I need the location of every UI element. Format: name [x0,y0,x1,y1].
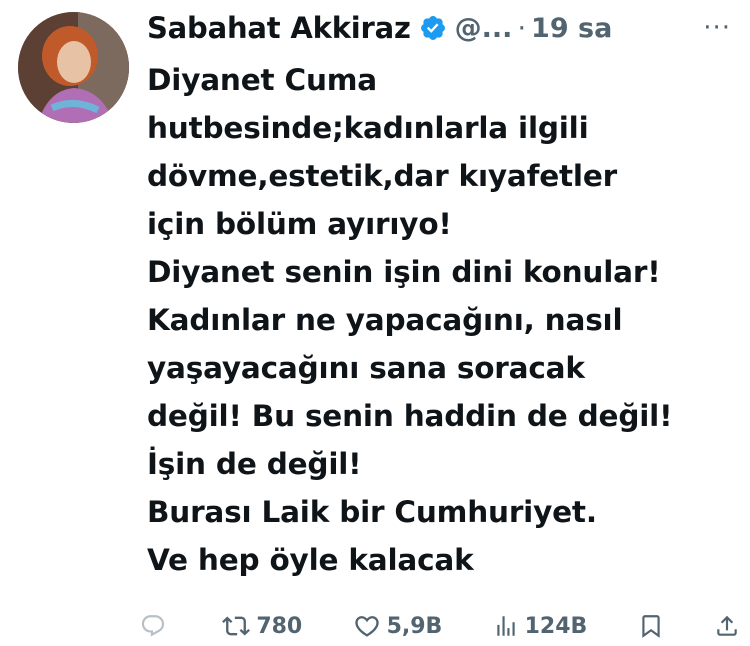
tweet-text: Diyanet Cuma hutbesinde;kadınlarla ilgil… [147,56,737,584]
tweet-actions: 780 5,9B 124B [140,608,740,644]
separator-dot: · [517,12,527,44]
tweet-line: Kadınlar ne yapacağını, nasıl [147,303,623,337]
views-chart-icon [496,616,515,636]
tweet-line: dövme,estetik,dar kıyafetler [147,159,618,193]
tweet-line: Diyanet Cuma [147,63,378,97]
like-button[interactable]: 5,9B [353,612,443,640]
tweet-line: Ve hep öyle kalacak [147,543,474,577]
tweet-line: değil! Bu senin haddin de değil! [147,399,673,433]
tweet-line: İşin de değil! [147,447,362,481]
heart-icon [354,616,379,637]
avatar-photo [18,12,129,123]
tweet-timestamp[interactable]: 19 sa [531,13,612,44]
tweet-line: Burası Laik bir Cumhuriyet. [147,495,597,529]
retweet-button[interactable]: 780 [222,612,302,640]
author-handle[interactable]: @... [455,13,513,44]
author-name[interactable]: Sabahat Akkiraz [147,11,411,45]
share-icon [717,615,737,636]
share-button[interactable] [714,613,740,639]
view-count: 124B [524,613,588,639]
tweet-line: için bölüm ayırıyo! [147,207,452,241]
more-options-icon[interactable]: ··· [703,13,737,43]
tweet-line: hutbesinde;kadınlarla ilgili [147,111,589,145]
like-count: 5,9B [386,613,443,639]
bookmark-button[interactable] [638,613,664,639]
reply-button[interactable] [140,613,172,639]
tweet-header: Sabahat Akkiraz @... · 19 sa ··· [147,8,737,48]
retweet-count: 780 [256,613,303,639]
bookmark-icon [641,615,660,638]
retweet-icon [222,616,251,636]
avatar[interactable] [18,12,129,123]
tweet-line: Diyanet senin işin dini konular! [147,255,661,289]
reply-icon [141,615,165,637]
verified-badge-icon [419,14,447,42]
views-button[interactable]: 124B [493,613,588,639]
tweet-line: yaşayacağını sana soracak [147,351,585,385]
